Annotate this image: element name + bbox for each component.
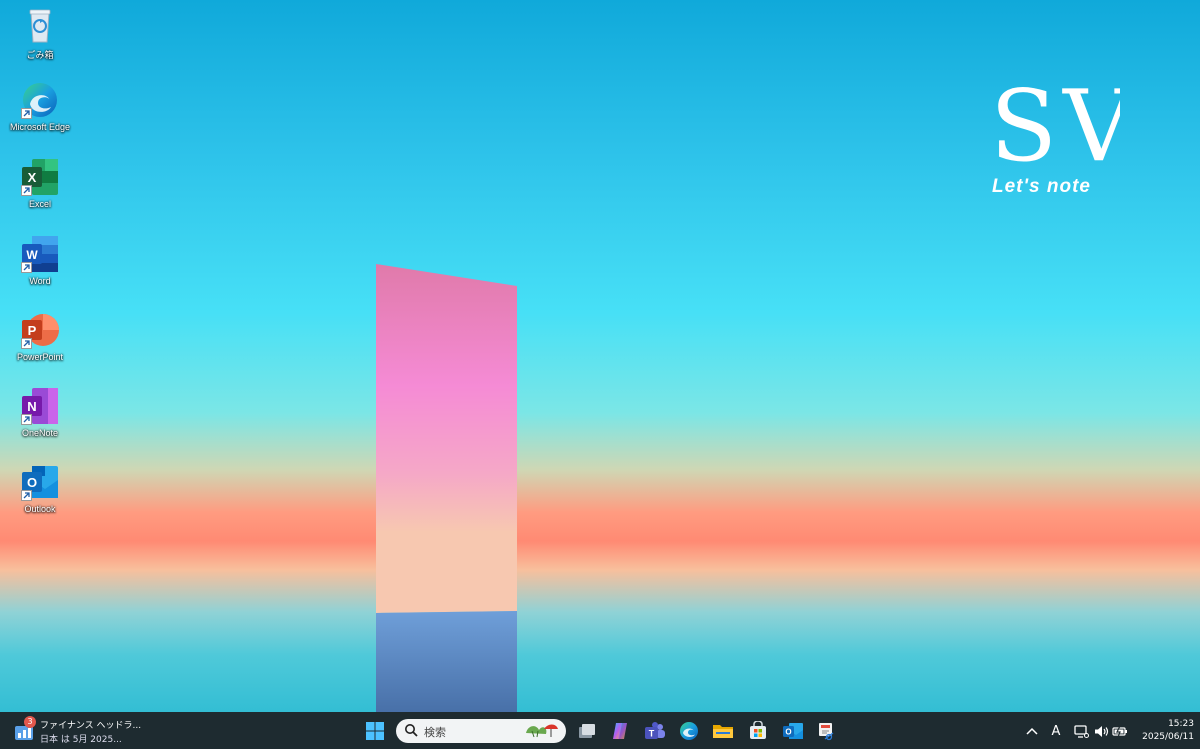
taskbar-copilot[interactable] (607, 718, 633, 744)
taskbar-edge[interactable] (676, 718, 702, 744)
svg-text:T: T (649, 729, 655, 739)
file-explorer-icon (713, 725, 733, 738)
excel-icon: X (20, 157, 60, 197)
taskbar-file-explorer[interactable] (710, 718, 736, 744)
svg-text:O: O (785, 728, 791, 737)
widgets-button[interactable]: 3 ファイナンス ヘッドラ... 日本 は 5月 2025... (14, 716, 144, 746)
taskbar-outlook[interactable]: O (780, 718, 806, 744)
desktop-icon-label: Outlook (24, 504, 56, 514)
edge-icon (20, 80, 60, 120)
taskbar-snipping-tool[interactable] (813, 718, 839, 744)
recycle-bin-icon (20, 6, 60, 46)
search-box[interactable]: 検索 (396, 719, 566, 743)
svg-text:Let's note: Let's note (992, 176, 1091, 197)
edge-icon (680, 722, 698, 740)
widget-title: ファイナンス ヘッドラ... (40, 721, 142, 731)
task-view-icon (579, 724, 595, 738)
shortcut-arrow-icon (21, 108, 32, 119)
svg-text:N: N (27, 399, 36, 414)
desktop-icon-label: Word (29, 276, 51, 286)
network-icon (1073, 724, 1089, 738)
desktop-icon-label: Excel (28, 199, 51, 209)
teams-icon: T (645, 722, 665, 739)
ime-mode-indicator[interactable]: A (1047, 722, 1065, 740)
desktop-icon-excel[interactable]: X Excel (4, 157, 76, 209)
svg-text:O: O (27, 475, 37, 490)
clock-time: 15:23 (1168, 719, 1194, 729)
powerpoint-icon: P (20, 310, 60, 350)
clock-date: 2025/06/11 (1142, 732, 1194, 742)
shortcut-arrow-icon (21, 262, 32, 273)
taskbar-teams[interactable]: T (642, 718, 668, 744)
shortcut-arrow-icon (21, 490, 32, 501)
search-icon (405, 724, 418, 737)
wallpaper-monolith (376, 264, 517, 712)
taskbar-task-view[interactable] (574, 718, 600, 744)
desktop-icon-label: ごみ箱 (26, 50, 54, 60)
shortcut-arrow-icon (21, 185, 32, 196)
svg-text:X: X (28, 170, 37, 185)
desktop-icon-label: Microsoft Edge (9, 122, 71, 132)
onenote-icon: N (20, 386, 60, 426)
start-button[interactable] (362, 718, 388, 744)
desktop-icon-powerpoint[interactable]: P PowerPoint (4, 310, 76, 362)
search-highlight-icon (526, 724, 558, 738)
widget-subtitle: 日本 は 5月 2025... (40, 735, 122, 745)
volume-control[interactable] (1092, 722, 1110, 740)
svg-text:P: P (28, 323, 37, 338)
desktop-icon-microsoft-edge[interactable]: Microsoft Edge (4, 80, 76, 132)
taskbar-microsoft-store[interactable] (745, 718, 771, 744)
outlook-icon: O (20, 462, 60, 502)
desktop[interactable]: ごみ箱 Microsoft Edge X Excel W Word P Powe… (0, 0, 1200, 712)
taskbar: 3 ファイナンス ヘッドラ... 日本 は 5月 2025... 検索 T O … (0, 712, 1200, 749)
copilot-icon (613, 723, 627, 739)
snipping-tool-icon (819, 723, 834, 741)
desktop-icon-word[interactable]: W Word (4, 234, 76, 286)
store-icon (750, 721, 766, 739)
shortcut-arrow-icon (21, 414, 32, 425)
network-status[interactable] (1072, 722, 1090, 740)
brand-logo: SV Let's note (990, 68, 1134, 198)
lets-note-logo-icon: SV Let's note (990, 70, 1134, 197)
desktop-icon-onenote[interactable]: N OneNote (4, 386, 76, 438)
outlook-icon: O (783, 723, 803, 739)
svg-text:SV: SV (990, 70, 1120, 184)
battery-charging-icon (1112, 725, 1127, 737)
speaker-icon (1094, 725, 1108, 737)
show-hidden-icons-button[interactable] (1024, 722, 1040, 740)
shortcut-arrow-icon (21, 338, 32, 349)
desktop-icon-recycle-bin[interactable]: ごみ箱 (4, 6, 76, 61)
windows-logo-icon (366, 722, 384, 740)
notification-badge: 3 (24, 716, 36, 728)
search-placeholder: 検索 (424, 726, 446, 739)
svg-text:W: W (26, 248, 38, 262)
word-icon: W (20, 234, 60, 274)
clock[interactable]: 15:23 2025/06/11 (1132, 718, 1194, 744)
battery-status[interactable] (1111, 722, 1129, 740)
desktop-icon-label: PowerPoint (16, 352, 64, 362)
desktop-icon-label: OneNote (21, 428, 59, 438)
chevron-up-icon (1026, 727, 1038, 735)
desktop-icon-outlook[interactable]: O Outlook (4, 462, 76, 514)
